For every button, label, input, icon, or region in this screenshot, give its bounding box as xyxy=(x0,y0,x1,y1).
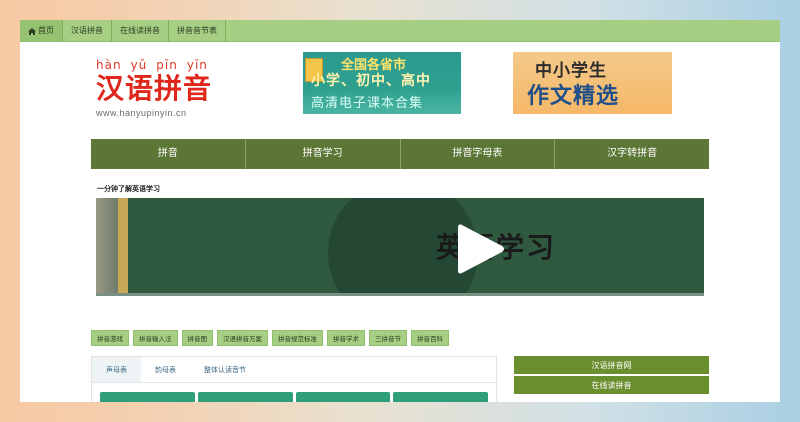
side-link[interactable]: 在线读拼音 xyxy=(514,376,709,396)
tag-button[interactable]: 汉语拼音方案 xyxy=(217,330,268,346)
banner-line: 高清电子课本合集 xyxy=(311,96,424,111)
site-logo[interactable]: hàn yǔ pīn yīn 汉语拼音 www.hanyupinyin.cn xyxy=(96,58,226,132)
grid-cell[interactable] xyxy=(100,392,195,402)
main-nav: 拼音 拼音学习 拼音字母表 汉字转拼音 xyxy=(91,139,709,169)
browser-page: 首页 汉语拼音 在线读拼音 拼音音节表 hàn yǔ pīn yīn 汉语拼音 www… xyxy=(20,20,780,402)
tag-button[interactable]: 拼音规范标准 xyxy=(272,330,323,346)
side-link-list: 汉语拼音网 在线读拼音 xyxy=(514,356,709,396)
video-title: 一分钟了解英语学习 xyxy=(97,185,160,193)
side-link[interactable]: 汉语拼音网 xyxy=(514,356,709,376)
topnav-item-label: 在线读拼音 xyxy=(120,26,160,35)
logo-pinyin-syllable: hàn xyxy=(96,58,122,72)
topnav-item-hanyu-pinyin[interactable]: 汉语拼音 xyxy=(63,20,112,42)
top-nav: 首页 汉语拼音 在线读拼音 拼音音节表 xyxy=(20,20,780,42)
grid-cell[interactable] xyxy=(197,392,293,402)
tag-button[interactable]: 拼音学术 xyxy=(327,330,365,346)
logo-pinyin-syllable: yīn xyxy=(186,58,208,72)
video-decoration xyxy=(96,198,118,296)
essay-banner[interactable]: 中小学生 作文精选 xyxy=(513,52,672,114)
video-decoration xyxy=(118,198,128,296)
grid-cell[interactable] xyxy=(393,392,488,402)
mainnav-item-pinyin[interactable]: 拼音 xyxy=(91,139,246,169)
panel-tabs: 声母表 韵母表 整体认读音节 xyxy=(92,357,496,383)
tab-initials[interactable]: 声母表 xyxy=(92,357,141,382)
pinyin-table-panel: 声母表 韵母表 整体认读音节 xyxy=(91,356,497,402)
topnav-item-label: 拼音音节表 xyxy=(177,26,217,35)
topnav-item-online-read[interactable]: 在线读拼音 xyxy=(112,20,169,42)
topnav-item-home[interactable]: 首页 xyxy=(20,20,63,42)
panel-grid xyxy=(92,383,496,402)
banner-line: 小学、初中、高中 xyxy=(311,73,431,89)
mainnav-item-alphabet[interactable]: 拼音字母表 xyxy=(401,139,556,169)
topnav-item-syllable-table[interactable]: 拼音音节表 xyxy=(169,20,226,42)
logo-pinyin-syllable: pīn xyxy=(156,58,178,72)
tag-button[interactable]: 拼音百科 xyxy=(411,330,449,346)
tag-list: 拼音游戏 拼音输入法 拼音图 汉语拼音方案 拼音规范标准 拼音学术 三拼音节 拼… xyxy=(91,330,449,346)
play-icon[interactable] xyxy=(456,222,506,280)
home-icon xyxy=(28,27,36,35)
textbook-banner[interactable]: 全国各省市 小学、初中、高中 高清电子课本合集 xyxy=(303,52,461,114)
topnav-item-label: 汉语拼音 xyxy=(71,26,103,35)
logo-pinyin: hàn yǔ pīn yīn xyxy=(96,58,226,72)
topnav-item-label: 首页 xyxy=(38,26,54,35)
tab-whole-syllables[interactable]: 整体认读音节 xyxy=(190,357,260,382)
logo-url: www.hanyupinyin.cn xyxy=(96,108,187,118)
grid-cell[interactable] xyxy=(295,392,391,402)
banner-line: 作文精选 xyxy=(527,84,620,109)
logo-title: 汉语拼音 xyxy=(96,72,213,105)
tag-button[interactable]: 拼音图 xyxy=(181,330,213,346)
tag-button[interactable]: 拼音输入法 xyxy=(133,330,178,346)
mainnav-item-convert[interactable]: 汉字转拼音 xyxy=(555,139,709,169)
logo-pinyin-syllable: yǔ xyxy=(130,58,148,72)
video-player[interactable]: 英语学习 xyxy=(96,198,704,296)
mainnav-item-learning[interactable]: 拼音学习 xyxy=(246,139,401,169)
tab-finals[interactable]: 韵母表 xyxy=(141,357,190,382)
video-progress-bar[interactable] xyxy=(96,293,704,296)
tag-button[interactable]: 三拼音节 xyxy=(369,330,407,346)
tag-button[interactable]: 拼音游戏 xyxy=(91,330,129,346)
